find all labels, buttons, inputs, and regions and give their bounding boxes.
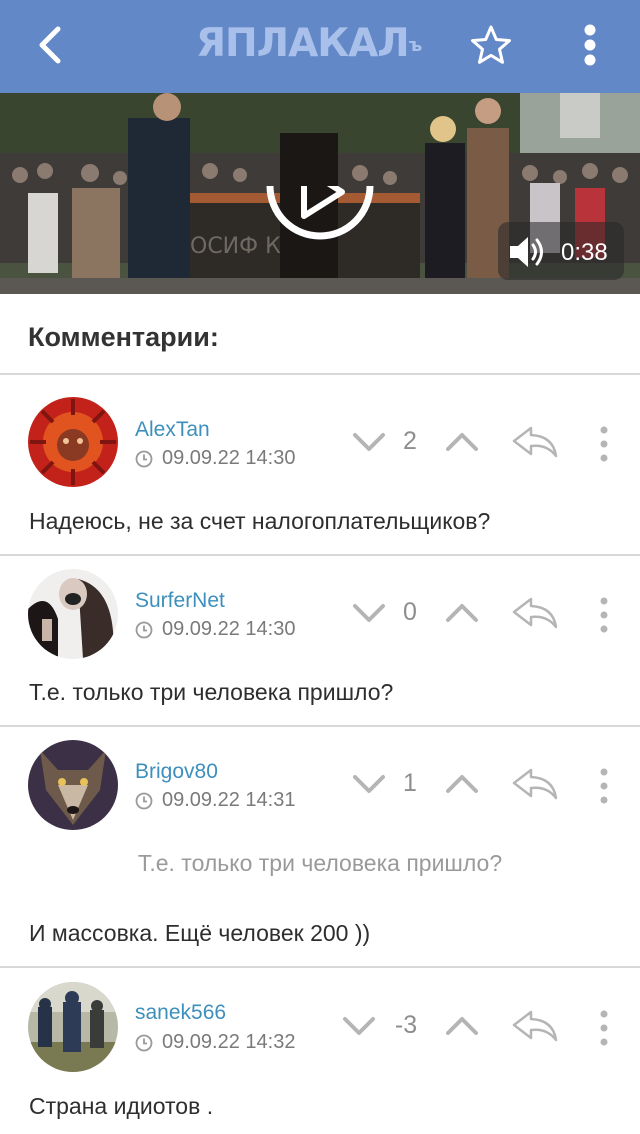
clock-icon — [135, 450, 153, 467]
comment-text: Т.е. только три человека пришло? — [29, 679, 394, 705]
divider — [0, 554, 640, 556]
speaker-icon[interactable] — [508, 235, 548, 269]
comment-more-icon[interactable] — [596, 595, 612, 635]
favorite-button[interactable] — [466, 22, 516, 68]
vote-up-icon[interactable] — [444, 1014, 480, 1038]
comment-score: 2 — [403, 427, 417, 455]
comment-text: Страна идиотов . — [29, 1093, 214, 1119]
avatar-image — [28, 740, 118, 830]
comment-username[interactable]: AlexTan — [135, 418, 210, 442]
avatar[interactable] — [28, 982, 118, 1072]
clock-icon — [135, 621, 153, 638]
vote-down-icon[interactable] — [351, 601, 387, 625]
comment-text: Надеюсь, не за счет налогоплательщиков? — [29, 508, 491, 534]
comment-more-icon[interactable] — [596, 766, 612, 806]
back-button[interactable] — [30, 22, 70, 68]
avatar[interactable] — [28, 397, 118, 487]
comment-datetime: 09.09.22 14:31 — [162, 789, 296, 811]
avatar-image — [28, 569, 118, 659]
divider — [0, 373, 640, 375]
reply-icon[interactable] — [511, 766, 559, 802]
logo-text: ЯПЛАКАЛ — [196, 21, 410, 66]
avatar[interactable] — [28, 569, 118, 659]
vote-up-icon[interactable] — [444, 601, 480, 625]
logo-suffix: ъ — [408, 35, 422, 56]
comment-meta: 09.09.22 14:32 — [135, 1031, 295, 1054]
vote-down-icon[interactable] — [351, 430, 387, 454]
vote-up-icon[interactable] — [444, 430, 480, 454]
clock-icon — [135, 792, 153, 809]
avatar-image — [28, 397, 118, 487]
vertical-dots-icon — [584, 24, 596, 66]
divider — [0, 966, 640, 968]
vote-down-icon[interactable] — [341, 1014, 377, 1038]
avatar[interactable] — [28, 740, 118, 830]
chevron-left-icon — [39, 26, 61, 64]
more-menu-button[interactable] — [570, 20, 610, 70]
reply-icon[interactable] — [511, 1008, 559, 1044]
video-duration: 0:38 — [561, 239, 608, 266]
comment-meta: 09.09.22 14:31 — [135, 789, 295, 812]
divider — [0, 725, 640, 727]
comment-more-icon[interactable] — [596, 424, 612, 464]
comments-heading: Комментарии: — [28, 322, 219, 352]
vote-up-icon[interactable] — [444, 772, 480, 796]
video-player[interactable]: ОСИФ КОБ 0:38 — [0, 93, 640, 294]
vote-down-icon[interactable] — [351, 772, 387, 796]
comment-text: И массовка. Ещё человек 200 )) — [29, 920, 371, 946]
play-icon[interactable] — [266, 186, 374, 256]
comment-score: 1 — [403, 769, 417, 797]
comment-quote: Т.е. только три человека пришло? — [137, 850, 503, 876]
clock-icon — [135, 1034, 153, 1051]
reply-icon[interactable] — [511, 424, 559, 460]
comment-datetime: 09.09.22 14:30 — [162, 618, 296, 640]
avatar-image — [28, 982, 118, 1072]
site-logo[interactable]: ЯПЛАКАЛъ — [196, 22, 446, 72]
comment-username[interactable]: Brigov80 — [135, 760, 218, 784]
app-bar: ЯПЛАКАЛъ — [0, 0, 640, 93]
comment-meta: 09.09.22 14:30 — [135, 618, 295, 641]
comment-username[interactable]: SurferNet — [135, 589, 225, 613]
comment-more-icon[interactable] — [596, 1008, 612, 1048]
comment-meta: 09.09.22 14:30 — [135, 447, 295, 470]
comment-datetime: 09.09.22 14:32 — [162, 1031, 296, 1053]
comment-score: 0 — [403, 598, 417, 626]
reply-icon[interactable] — [511, 595, 559, 631]
comment-username[interactable]: sanek566 — [135, 1001, 226, 1025]
comment-score: -3 — [394, 1011, 418, 1039]
star-outline-icon — [471, 25, 511, 64]
comment-datetime: 09.09.22 14:30 — [162, 447, 296, 469]
